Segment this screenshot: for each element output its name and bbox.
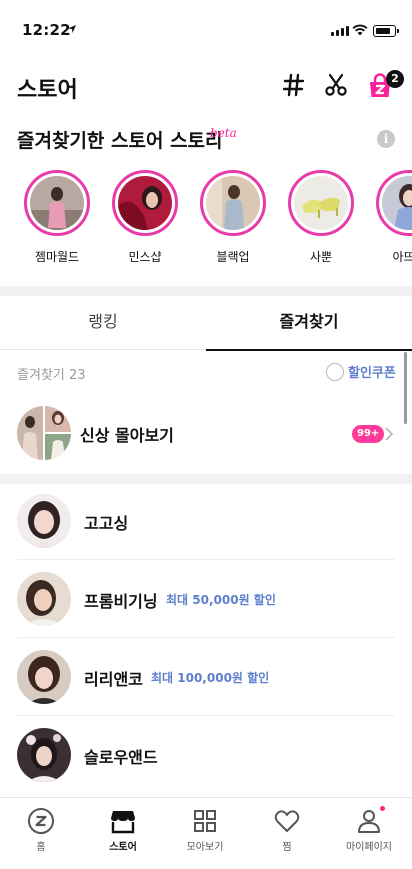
story-item[interactable]: 아뜨랑 [369,170,412,265]
store-name: 고고싱 [84,514,129,533]
nav-mypage[interactable]: 마이페이지 [328,798,410,858]
store-promo: 최대 50,000원 할인 [166,593,276,607]
hashtag-icon[interactable] [283,73,305,97]
page-title: 스토어 [17,78,78,103]
tab-favorites[interactable]: 즐겨찾기 [206,296,412,351]
story-ring [112,170,178,236]
coupon-filter-toggle[interactable]: 할인쿠폰 [326,362,396,381]
radio-button[interactable] [326,362,344,381]
story-label: 블랙업 [216,250,250,264]
nav-store[interactable]: 스토어 [82,798,164,858]
beta-label: beta [210,126,237,140]
nav-label: 스토어 [109,842,137,853]
story-item[interactable]: 블랙업 [193,170,273,265]
chevron-right-icon [385,427,394,441]
favorites-count: 즐겨찾기 23 [17,368,86,383]
grid-icon [194,810,216,832]
story-item[interactable]: 젬마월드 [17,170,97,265]
zigzag-home-icon [28,808,54,834]
nav-label: 찜 [282,842,292,853]
battery-level [375,27,390,34]
store-row[interactable]: 리리앤코 최대 100,000원 할인 [0,638,412,716]
store-row[interactable]: 고고싱 [0,482,412,560]
wifi-icon [352,24,368,36]
store-avatar-image [17,494,71,548]
story-thumbnail-image [118,176,172,230]
coupon-filter-label: 할인쿠폰 [348,366,396,381]
store-row[interactable]: 슬로우앤드 [0,716,412,794]
new-count-badge: 99+ [352,425,385,443]
store-name: 리리앤코 [84,670,143,689]
notification-dot [380,806,385,811]
new-arrivals-row[interactable]: 신상 몰아보기 99+ [0,404,412,464]
store-avatar-image [17,728,71,782]
section-divider [0,286,412,296]
store-tabs: 랭킹 즐겨찾기 [0,296,412,351]
info-icon[interactable]: i [377,130,395,148]
story-thumbnail-image [30,176,84,230]
story-ring [288,170,354,236]
story-ring [376,170,412,236]
nav-wishlist[interactable]: 찜 [246,798,328,858]
new-arrivals-label: 신상 몰아보기 [80,426,174,445]
nav-home[interactable]: 홈 [0,798,82,858]
heart-icon [274,810,300,832]
location-arrow-icon [68,25,76,33]
story-label: 젬마월드 [34,250,80,264]
scissors-icon[interactable] [324,73,348,97]
story-item[interactable]: 민스샵 [105,170,185,265]
nav-label: 모아보기 [186,842,224,853]
store-row[interactable]: 프롬비기닝 최대 50,000원 할인 [0,560,412,638]
store-name: 프롬비기닝 [84,592,158,611]
cart-badge: 2 [386,70,404,88]
tab-ranking[interactable]: 랭킹 [0,296,206,350]
store-avatar-image [17,572,71,626]
story-thumbnail-image [206,176,260,230]
story-ring [200,170,266,236]
stories-row[interactable]: 젬마월드 민스샵 블랙업 사뿐 아뜨 [0,170,412,270]
app-header: 스토어 [0,60,412,110]
story-item[interactable]: 사뿐 [281,170,361,265]
bottom-navigation: 홈 스토어 모아보기 찜 마이페이지 [0,797,412,869]
stories-section-title: 즐겨찾기한 스토어 스토리 [17,130,223,152]
store-avatar-image [17,650,71,704]
story-thumbnail-image [294,176,348,230]
new-arrivals-collage-image [17,406,71,460]
status-bar: 12:22 [0,0,412,44]
store-name: 슬로우앤드 [84,748,158,767]
nav-label: 마이페이지 [346,842,392,853]
battery-icon [373,25,399,37]
person-icon [358,810,380,833]
story-ring [24,170,90,236]
nav-collection[interactable]: 모아보기 [164,798,246,858]
store-promo: 최대 100,000원 할인 [151,671,270,685]
story-label: 아뜨랑 [392,250,412,264]
story-thumbnail-image [382,176,412,230]
status-time: 12:22 [22,21,71,39]
story-label: 사뿐 [309,250,333,264]
story-label: 민스샵 [128,250,162,264]
store-icon [111,811,135,834]
nav-label: 홈 [36,842,46,853]
cellular-signal-icon [331,26,349,36]
